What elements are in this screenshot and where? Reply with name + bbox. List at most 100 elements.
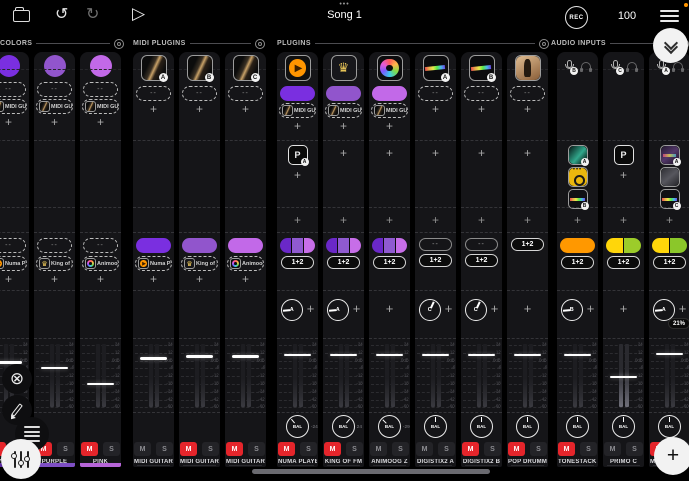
headphone-icon[interactable] [672,62,684,72]
instrument-app-icon[interactable]: B [187,55,213,81]
instrument-app-icon[interactable] [377,55,403,81]
midi-slot[interactable]: -- [83,82,118,97]
bus-node[interactable]: Animoog Z [82,256,119,271]
add-node-button[interactable]: + [97,273,104,285]
midi-input-chip[interactable]: MIDI GUITAR [82,99,119,114]
bus-node[interactable] [136,238,171,253]
volume-fader[interactable] [140,357,167,360]
insert-plugin-icon[interactable] [568,167,588,187]
add-effect-button[interactable]: + [478,214,485,226]
add-send-button[interactable]: + [491,303,499,315]
add-effect-button[interactable]: + [524,214,531,226]
balance-knob[interactable]: BAL [424,415,447,438]
chip-plugin-icon[interactable] [0,101,4,112]
chip-plugin-icon[interactable] [230,258,241,269]
add-plugin-button[interactable]: + [150,103,157,115]
bus-node[interactable]: King of FM [181,256,218,271]
chip-plugin-icon[interactable] [85,258,96,269]
section-collapse-icon[interactable] [539,39,549,49]
add-send-button[interactable]: + [587,303,595,315]
add-plugin-button[interactable]: + [196,103,203,115]
song-title-area[interactable]: ••• Song 1 [327,1,362,22]
section-collapse-icon[interactable] [114,39,124,49]
chip-plugin-icon[interactable] [39,258,50,269]
mute-button[interactable]: M [508,442,525,456]
add-insert-button[interactable]: + [524,147,531,159]
solo-button[interactable]: S [57,442,74,456]
instrument-app-icon[interactable]: A [141,55,167,81]
bus-node[interactable] [652,238,687,253]
bus-node[interactable] [326,238,361,253]
midi-slot[interactable] [326,86,361,101]
bus-node[interactable] [280,238,315,253]
headphone-icon[interactable] [626,62,638,72]
balance-knob[interactable]: BAL [286,415,309,438]
instrument-app-icon[interactable] [331,55,357,81]
add-insert-button[interactable]: + [294,169,301,181]
midi-slot[interactable]: -- [510,86,545,101]
midi-slot[interactable]: -- [418,86,453,101]
mixer-view-icon[interactable] [1,439,41,479]
collapse-chevron-icon[interactable] [653,28,688,63]
file-browser-icon[interactable] [13,10,30,22]
redo-icon[interactable]: ↻ [86,4,99,24]
output-node-button[interactable]: 1+2 [511,238,544,251]
channel-color-dot[interactable] [44,55,66,77]
insert-plugin-icon[interactable] [614,145,634,165]
insert-plugin-icon[interactable]: A [288,145,308,165]
mute-button[interactable]: M [324,442,341,456]
add-plugin-button[interactable]: + [478,103,485,115]
volume-fader[interactable] [422,354,449,357]
add-insert-button[interactable]: + [340,147,347,159]
add-send-button[interactable]: + [307,303,315,315]
bus-node[interactable] [182,238,217,253]
send-knob[interactable]: C [465,299,487,321]
midi-slot[interactable]: -- [182,86,217,101]
instrument-app-icon[interactable] [285,55,311,81]
add-plugin-button[interactable]: + [242,103,249,115]
section-collapse-icon[interactable] [255,39,265,49]
volume-fader[interactable] [376,354,403,357]
play-icon[interactable]: ▷ [132,4,145,24]
midi-slot[interactable] [280,86,315,101]
volume-fader[interactable] [186,355,213,358]
solo-button[interactable]: S [580,442,597,456]
output-node-button[interactable]: 1+2 [281,256,314,269]
mute-button[interactable]: M [558,442,575,456]
horizontal-scrollbar[interactable] [252,469,490,474]
insert-plugin-icon[interactable]: A [568,145,588,165]
solo-button[interactable]: S [202,442,219,456]
add-effect-button[interactable]: + [340,214,347,226]
chip-plugin-icon[interactable] [184,258,195,269]
chip-plugin-icon[interactable] [138,258,149,269]
mute-button[interactable]: M [370,442,387,456]
volume-fader[interactable] [330,354,357,357]
insert-plugin-icon[interactable]: C [660,189,680,209]
solo-button[interactable]: S [392,442,409,456]
output-node-button[interactable]: 1+2 [561,256,594,269]
bus-node[interactable] [606,238,641,253]
midi-input-chip[interactable]: MIDI GUITAR [279,103,316,118]
record-button[interactable]: REC [565,6,588,29]
send-knob[interactable]: B [561,299,583,321]
bus-node[interactable] [228,238,263,253]
instrument-app-icon[interactable]: A [423,55,449,81]
midi-slot[interactable] [372,86,407,101]
balance-knob[interactable]: BAL [566,415,589,438]
instrument-app-icon[interactable] [515,55,541,81]
mute-button[interactable]: M [416,442,433,456]
add-plugin-button[interactable]: + [340,120,347,132]
chip-plugin-icon[interactable] [0,258,4,269]
add-node-button[interactable]: + [51,273,58,285]
solo-button[interactable]: S [300,442,317,456]
add-plugin-button[interactable]: + [294,120,301,132]
chip-plugin-icon[interactable] [39,101,50,112]
tempo-value[interactable]: 100 [612,10,642,22]
bus-node[interactable]: -- [0,238,26,253]
add-effect-button[interactable]: + [432,214,439,226]
close-circle-icon[interactable]: ⊗ [2,364,32,394]
channel-color-dot[interactable] [0,55,20,77]
midi-input-chip[interactable]: MIDI GUITAR [371,103,408,118]
add-plugin-button[interactable]: + [97,116,104,128]
volume-fader[interactable] [87,383,114,386]
